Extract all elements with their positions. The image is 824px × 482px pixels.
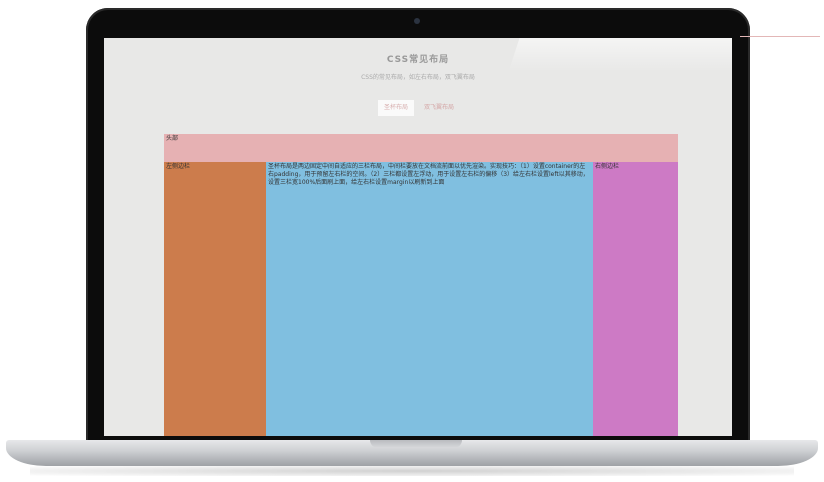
layout-center-text: 圣杯布局是两边固定中间自适应的三栏布局，中间栏要放在文档流前面以优先渲染。实现技… [268,163,589,186]
decorative-line [740,36,820,37]
layout-header-label: 头部 [166,135,179,142]
laptop-base [6,440,818,466]
page-subtitle: CSS的常见布局，如左右布局，双飞翼布局 [361,74,475,81]
layout-center-content: 圣杯布局是两边固定中间自适应的三栏布局，中间栏要放在文档流前面以优先渲染。实现技… [266,162,593,436]
camera-icon [414,18,420,24]
layout-left-sidebar: 左侧边栏 [164,162,266,436]
laptop-notch [370,440,462,448]
layout-demo: 头部 左侧边栏 圣杯布局是两边固定中间自适应的三栏布局，中间栏要放在文档流前面以… [164,134,678,436]
laptop-screen: CSS常见布局 CSS的常见布局，如左右布局，双飞翼布局 圣杯布局 双飞翼布局 … [104,38,732,436]
page-title: CSS常见布局 [386,55,450,65]
laptop-lid: CSS常见布局 CSS的常见布局，如左右布局，双飞翼布局 圣杯布局 双飞翼布局 … [86,8,750,448]
layout-left-label: 左侧边栏 [166,163,191,170]
layout-header: 头部 [164,134,678,162]
nav-button-double-wing[interactable]: 双飞翼布局 [418,100,460,116]
nav-button-holy-grail[interactable]: 圣杯布局 [378,100,414,116]
layout-right-sidebar: 右侧边栏 [593,162,678,436]
layout-right-label: 右侧边栏 [595,163,620,170]
laptop-shadow [30,466,794,476]
